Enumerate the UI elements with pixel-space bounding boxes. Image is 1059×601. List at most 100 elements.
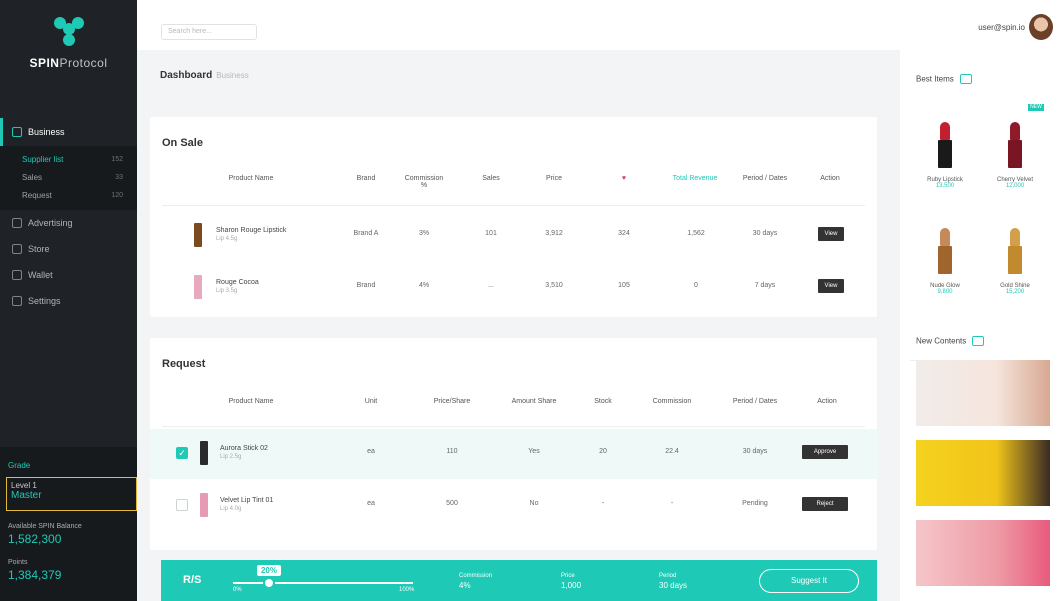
product-caption: Ruby Lipstick 13,500 — [912, 177, 978, 189]
cell-commission: 4% — [418, 282, 430, 289]
subnav-item-sales[interactable]: Sales 33 — [0, 168, 137, 186]
product-caption: Cherry Velvet 12,000 — [982, 177, 1048, 189]
col-brand[interactable]: Brand — [346, 175, 386, 182]
more-icon[interactable] — [972, 336, 985, 346]
product-name: Sharon Rouge Lipstick Lip 4.5g — [216, 227, 286, 242]
new-contents-title: New Contents — [916, 336, 985, 346]
col-stock[interactable]: Stock — [588, 398, 618, 405]
col-sales[interactable]: Sales — [476, 175, 506, 182]
col-total-revenue[interactable]: Total Revenue — [664, 175, 726, 182]
row-checkbox[interactable] — [176, 499, 188, 511]
content-thumbnail[interactable] — [916, 440, 1050, 506]
col-period[interactable]: Period / Dates — [732, 398, 778, 405]
cell-sales: ... — [488, 282, 494, 289]
cell-price: 3,510 — [545, 282, 563, 289]
cell-commission: 3% — [418, 230, 430, 237]
sidebar-item-store[interactable]: Store — [0, 236, 137, 262]
product-title: Aurora Stick 02 — [220, 445, 268, 452]
nav-label: Wallet — [28, 270, 53, 280]
product-thumbnail — [194, 275, 202, 299]
table-row[interactable]: Rouge Cocoa Lip 3.5g Brand 4% ... 3,510 1… — [150, 263, 877, 313]
col-price-share[interactable]: Price/Share — [428, 398, 476, 405]
col-amount-share[interactable]: Amount Share — [506, 398, 562, 405]
subnav-item-supplier[interactable]: Supplier list 152 — [0, 150, 137, 168]
stat-balance: Available SPIN Balance 1,582,300 — [8, 523, 82, 546]
sidebar-bottom: Grade Available SPIN Balance 1,582,300 Po… — [0, 447, 137, 601]
col-price[interactable]: Price — [534, 175, 574, 182]
cell-period: 7 days — [754, 282, 776, 289]
bstat-label: Price — [561, 573, 575, 579]
sidebar-item-business[interactable]: Business — [0, 118, 137, 146]
row-checkbox[interactable]: ✓ — [176, 447, 188, 459]
bstat-label: Period — [659, 573, 677, 579]
product-image: NEW — [982, 104, 1048, 174]
product-card[interactable]: Nude Glow 9,800 — [912, 210, 978, 295]
cell-unit: ea — [367, 500, 375, 507]
sidebar-item-wallet[interactable]: Wallet — [0, 262, 137, 288]
stat-label: Points — [8, 559, 28, 566]
slider-handle[interactable] — [263, 577, 275, 589]
wallet-icon — [12, 270, 22, 280]
rs-slider[interactable]: 20% — [233, 565, 413, 589]
brand-bold: SPIN — [29, 56, 60, 70]
lipstick-top — [1010, 122, 1020, 140]
table-row[interactable]: Sharon Rouge Lipstick Lip 4.5g Brand A 3%… — [150, 211, 877, 261]
col-likes[interactable]: ♥ — [614, 175, 634, 182]
content-thumbnail[interactable] — [916, 360, 1050, 426]
cell-commission: 22.4 — [665, 448, 679, 455]
user-name[interactable]: user@spin.io — [978, 23, 1025, 32]
product-image — [982, 210, 1048, 280]
avatar[interactable] — [1029, 14, 1053, 40]
cell-stock: - — [601, 500, 605, 507]
lipstick-body — [1008, 140, 1022, 168]
product-price: 13,500 — [935, 183, 955, 189]
view-button[interactable]: View — [818, 227, 844, 241]
logo[interactable]: SPINProtocol — [0, 14, 137, 70]
reject-button[interactable]: Reject — [802, 497, 848, 511]
slider-value: 20% — [257, 565, 281, 576]
product-card[interactable]: NEW Cherry Velvet 12,000 — [982, 104, 1048, 189]
grade-value: Master — [11, 490, 42, 501]
product-title: Velvet Lip Tint 01 — [220, 497, 274, 504]
nav-label: Advertising — [28, 218, 73, 228]
gear-icon — [12, 296, 22, 306]
col-action: Action — [820, 175, 840, 182]
lipstick-body — [938, 246, 952, 274]
topbar: Search here... user@spin.io — [137, 0, 1059, 50]
table-row[interactable]: ✓ Aurora Stick 02 Lip 2.5g ea 110 Yes 20 … — [150, 429, 877, 479]
sidebar-item-advertising[interactable]: Advertising — [0, 210, 137, 236]
col-commission[interactable]: Commission % — [402, 175, 446, 189]
suggest-button[interactable]: Suggest It — [759, 569, 859, 593]
col-product-name[interactable]: Product Name — [216, 175, 286, 182]
col-product-name[interactable]: Product Name — [216, 398, 286, 405]
content-thumbnail[interactable] — [916, 520, 1050, 586]
grade-box[interactable]: Level 1 Master — [6, 477, 137, 511]
nav-label: Settings — [28, 296, 61, 306]
sidebar-item-settings[interactable]: Settings — [0, 288, 137, 314]
col-period[interactable]: Period / Dates — [742, 175, 788, 182]
more-icon[interactable] — [959, 74, 972, 84]
breadcrumb: Dashboard Business — [160, 70, 249, 81]
view-button[interactable]: View — [818, 279, 844, 293]
subnav-item-request[interactable]: Request 120 — [0, 186, 137, 204]
onsale-header: Product Name Brand Commission % Sales Pr… — [150, 175, 877, 195]
product-image — [912, 104, 978, 174]
subnav-count: 33 — [115, 173, 123, 181]
col-unit[interactable]: Unit — [356, 398, 386, 405]
breadcrumb-sub[interactable]: Business — [216, 71, 248, 80]
col-commission[interactable]: Commission — [644, 398, 700, 405]
sidebar: SPINProtocol Business Supplier list 152 S… — [0, 0, 137, 601]
search-input[interactable]: Search here... — [161, 24, 257, 40]
product-card[interactable]: Ruby Lipstick 13,500 — [912, 104, 978, 189]
request-card: Request Product Name Unit Price/Share Am… — [150, 338, 877, 550]
approve-button[interactable]: Approve — [802, 445, 848, 459]
subnav-label: Supplier list — [22, 154, 64, 164]
onsale-title: On Sale — [162, 137, 203, 149]
product-name: Velvet Lip Tint 01 Lip 4.0g — [220, 497, 273, 512]
product-caption: Nude Glow 9,800 — [912, 283, 978, 295]
best-items-label: Best Items — [916, 74, 954, 84]
product-image — [912, 210, 978, 280]
product-card[interactable]: Gold Shine 15,200 — [982, 210, 1048, 295]
bottom-stat-period: Period 30 days — [659, 571, 687, 591]
table-row[interactable]: Velvet Lip Tint 01 Lip 4.0g ea 500 No - -… — [150, 481, 877, 531]
